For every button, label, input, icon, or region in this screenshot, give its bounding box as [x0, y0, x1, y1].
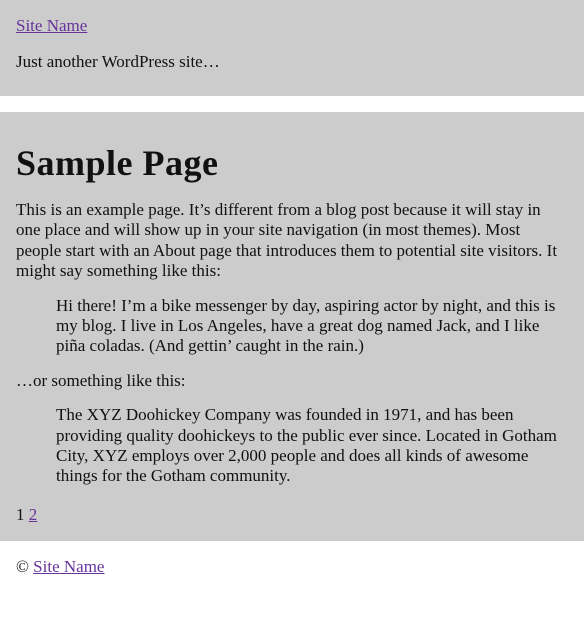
site-title-link[interactable]: Site Name	[16, 16, 87, 35]
pagination-current: 1	[16, 505, 25, 524]
site-header: Site Name Just another WordPress site…	[0, 0, 584, 96]
pagination: 1 2	[16, 501, 568, 525]
intro-paragraph: This is an example page. It’s different …	[16, 200, 568, 282]
copyright-symbol: ©	[16, 557, 29, 576]
site-tagline: Just another WordPress site…	[16, 52, 568, 72]
quote-block-2: The XYZ Doohickey Company was founded in…	[56, 405, 568, 487]
site-footer: © Site Name	[0, 541, 584, 593]
page-content: Sample Page This is an example page. It’…	[0, 112, 584, 541]
pagination-link-2[interactable]: 2	[29, 505, 38, 524]
quote-block-1: Hi there! I’m a bike messenger by day, a…	[56, 296, 568, 357]
page-title: Sample Page	[16, 112, 568, 200]
footer-site-link[interactable]: Site Name	[33, 557, 104, 576]
middle-paragraph: …or something like this:	[16, 371, 568, 391]
quote-text-2: The XYZ Doohickey Company was founded in…	[56, 405, 568, 487]
quote-text-1: Hi there! I’m a bike messenger by day, a…	[56, 296, 568, 357]
